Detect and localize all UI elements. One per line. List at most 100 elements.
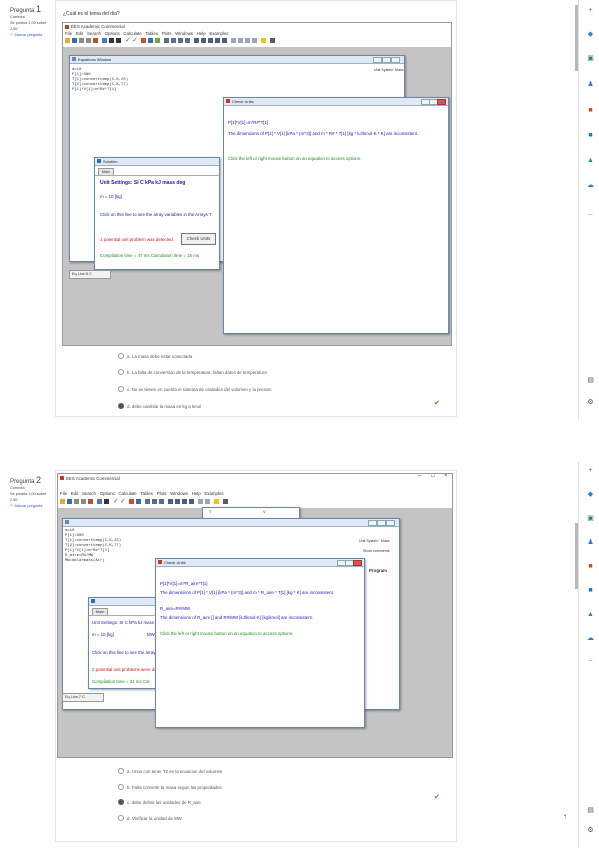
residuals-icon[interactable] (215, 38, 220, 43)
menu-options[interactable]: Options (100, 491, 115, 496)
menu-examples[interactable]: Examples (209, 31, 228, 36)
new-file-icon[interactable] (60, 499, 65, 504)
menu-help[interactable]: Help (197, 31, 206, 36)
hint-icon[interactable] (214, 499, 219, 504)
radio-icon[interactable] (118, 369, 124, 375)
calculator-icon[interactable] (252, 38, 257, 43)
briefcase-icon[interactable]: ▣ (585, 514, 596, 523)
menu-file[interactable]: File (65, 31, 72, 36)
cut-icon[interactable] (81, 499, 86, 504)
show-comments-checkbox[interactable]: Show comments (363, 549, 390, 554)
plot-icon[interactable] (155, 38, 160, 43)
plus-icon[interactable]: + (585, 466, 596, 475)
minimize-button[interactable] (373, 57, 382, 63)
save-icon[interactable] (67, 499, 72, 504)
tree-icon[interactable]: ▲ (585, 610, 596, 619)
check-equation-1[interactable]: P[1]*V[1]=m*R_aire*T[1] (160, 581, 207, 586)
minus-icon[interactable]: – (585, 210, 596, 219)
arrays-hint-link[interactable]: Click on this line to see the array vari… (100, 212, 212, 217)
menu-help[interactable]: Help (192, 491, 201, 496)
menu-tables[interactable]: Tables (140, 491, 153, 496)
print-icon[interactable] (79, 38, 84, 43)
arrays-window-icon[interactable] (185, 38, 190, 43)
solve-icon[interactable]: ✓ (132, 37, 138, 44)
menu-options[interactable]: Options (105, 31, 120, 36)
replace-icon[interactable] (116, 38, 121, 43)
stop-icon[interactable] (270, 38, 275, 43)
solution-window-icon[interactable] (178, 38, 183, 43)
check-equation-2[interactable]: R_aire=R#/MW (160, 606, 190, 611)
outlook-icon[interactable]: ■ (585, 131, 596, 140)
menu-edit[interactable]: Edit (76, 31, 84, 36)
outlook-icon[interactable]: ■ (585, 586, 596, 595)
hint-icon[interactable] (261, 38, 266, 43)
solve-icon[interactable]: ✓ (120, 498, 126, 505)
menu-plots[interactable]: Plots (157, 491, 167, 496)
option-a[interactable]: a. La masa debe estar conectada (118, 353, 192, 359)
radio-selected-icon[interactable] (118, 799, 124, 805)
units-icon[interactable] (141, 38, 146, 43)
sidebar-toggle-icon[interactable]: ▤ (585, 376, 596, 385)
parametric-table-icon[interactable] (168, 499, 173, 504)
flag-question-link[interactable]: ⚐ Marcar pregunta (10, 32, 54, 38)
find-icon[interactable] (109, 38, 114, 43)
radio-icon[interactable] (118, 784, 124, 790)
report-icon[interactable] (205, 499, 210, 504)
stop-icon[interactable] (223, 499, 228, 504)
menu-search[interactable]: Search (87, 31, 101, 36)
arrays-hint-link[interactable]: Click on this line to see the array (92, 650, 155, 655)
close-button[interactable] (386, 520, 395, 526)
maximize-button[interactable] (377, 520, 386, 526)
copy-icon[interactable] (88, 499, 93, 504)
scrollbar-thumb[interactable] (575, 5, 578, 71)
radio-icon[interactable] (118, 386, 124, 392)
find-icon[interactable] (104, 499, 109, 504)
menu-plots[interactable]: Plots (162, 31, 172, 36)
people-icon[interactable]: ♟ (585, 80, 596, 89)
diagram-icon[interactable] (198, 499, 203, 504)
check-units-button[interactable]: Check Units (181, 233, 216, 245)
arrays-window-icon[interactable] (159, 499, 164, 504)
copy-icon[interactable] (93, 38, 98, 43)
lookup-table-icon[interactable] (175, 499, 180, 504)
menu-calculate[interactable]: Calculate (123, 31, 141, 36)
option-b[interactable]: b. La falta de conversion de la temperat… (118, 369, 267, 375)
menu-edit[interactable]: Edit (71, 491, 79, 496)
window-close-icon[interactable]: × (444, 474, 448, 479)
option-b[interactable]: b. Falta convertir la masa segun las pro… (118, 784, 222, 790)
cut-icon[interactable] (86, 38, 91, 43)
tree-icon[interactable]: ▲ (585, 156, 596, 165)
equations-window-icon[interactable] (145, 499, 150, 504)
close-button[interactable] (437, 99, 446, 105)
menu-examples[interactable]: Examples (204, 491, 223, 496)
print-icon[interactable] (74, 499, 79, 504)
formatted-window-icon[interactable] (171, 38, 176, 43)
report-icon[interactable] (238, 38, 243, 43)
option-a[interactable]: a. Unos con tener T2 en la ecuacion del … (118, 768, 222, 774)
cloud-icon[interactable]: ☁ (585, 181, 596, 190)
tag-icon[interactable]: ◆ (585, 490, 596, 499)
check-equation[interactable]: P[1]*V[1]=m*R#*T[1] (228, 120, 268, 125)
window-minimize-icon[interactable]: – (418, 474, 421, 479)
debug-icon[interactable] (245, 38, 250, 43)
briefcase-icon[interactable]: ▣ (585, 54, 596, 63)
equations-window-icon[interactable] (164, 38, 169, 43)
table-icon[interactable] (148, 38, 153, 43)
option-d[interactable]: d. debe cambiar la masa en kg a kmol (118, 403, 201, 409)
option-c[interactable]: c. No se tienen en cuenta el sistema de … (118, 386, 272, 392)
menu-windows[interactable]: Windows (170, 491, 188, 496)
window-maximize-icon[interactable]: □ (431, 474, 435, 479)
paste-icon[interactable] (102, 38, 107, 43)
flag-question-link[interactable]: ⚐ Marcar pregunta (10, 503, 54, 509)
new-file-icon[interactable] (65, 38, 70, 43)
option-c[interactable]: c. debe definir las unidades de R_aire (118, 799, 201, 805)
minus-icon[interactable]: – (585, 656, 596, 665)
menu-tables[interactable]: Tables (145, 31, 158, 36)
menu-calculate[interactable]: Calculate (118, 491, 136, 496)
equations-editor[interactable]: m=10 P[1]=300 T[1]=converttemp(C,K,25) T… (72, 68, 128, 93)
lookup-table-icon[interactable] (201, 38, 206, 43)
check-icon[interactable]: ✓ (125, 37, 131, 44)
parametric-table-icon[interactable] (194, 38, 199, 43)
office-icon[interactable]: ■ (585, 562, 596, 571)
plot-window-icon[interactable] (189, 499, 194, 504)
